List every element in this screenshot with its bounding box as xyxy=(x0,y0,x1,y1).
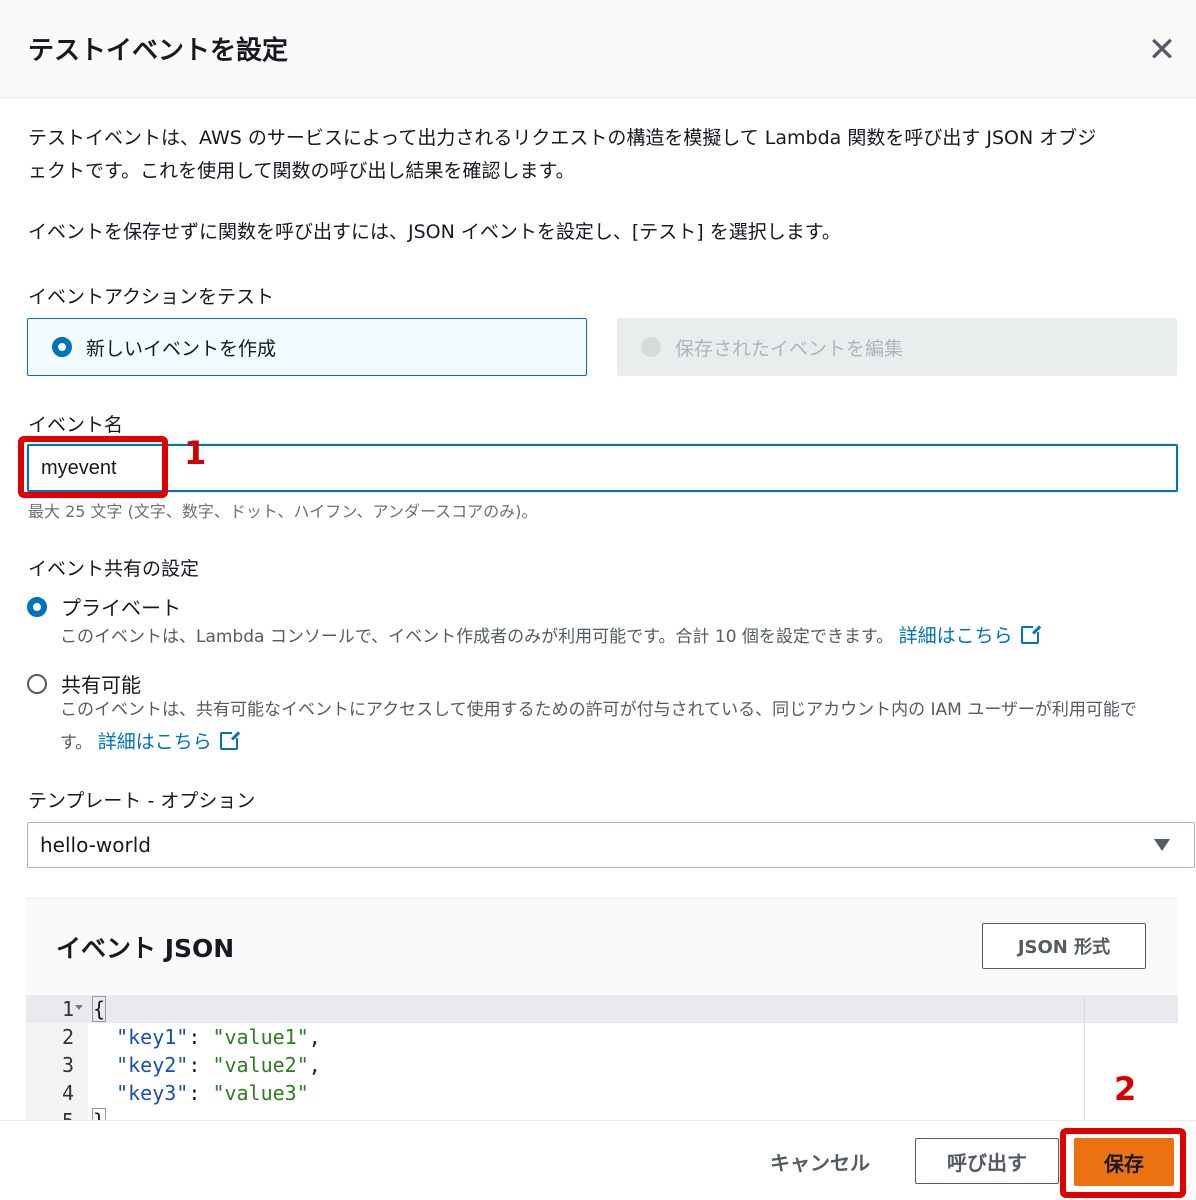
event-name-constraint: 最大 25 文字 (文字、数字、ドット、ハイフン、アンダースコアのみ)。 xyxy=(28,502,538,521)
private-label: プライベート xyxy=(61,596,181,620)
private-description: このイベントは、Lambda コンソールで、イベント作成者のみが利用可能です。合… xyxy=(60,620,1180,653)
radio-disabled-icon xyxy=(641,337,661,357)
edit-saved-event-label: 保存されたイベントを編集 xyxy=(675,337,904,360)
event-json-panel: イベント JSON JSON 形式 1 { 2 "key1": "value1"… xyxy=(26,898,1178,1120)
external-link-icon xyxy=(1020,624,1041,644)
json-sep: : xyxy=(188,1025,213,1049)
template-label: テンプレート - オプション xyxy=(28,790,256,812)
new-event-tile[interactable]: 新しいイベントを作成 xyxy=(27,318,587,376)
fold-arrow-icon[interactable] xyxy=(75,1005,83,1010)
json-value: "value2" xyxy=(212,1053,309,1077)
code-line: } xyxy=(92,1108,107,1120)
intro-line-2: ェクトです。これを使用して関数の呼び出し結果を確認します。 xyxy=(28,160,575,182)
json-value: "value3" xyxy=(212,1081,309,1105)
event-json-title: イベント JSON xyxy=(56,934,235,963)
modal-title: テストイベントを設定 xyxy=(28,36,289,66)
shareable-description: このイベントは、共有可能なイベントにアクセスして使用するための許可が付与されてい… xyxy=(60,694,1180,759)
event-name-label: イベント名 xyxy=(28,414,124,436)
editor-active-line xyxy=(26,995,1178,1023)
modal-header: テストイベントを設定 ✕ xyxy=(0,0,1196,98)
line-number: 1 xyxy=(61,997,74,1021)
json-key: "key2" xyxy=(116,1053,189,1077)
json-value: "value1" xyxy=(212,1025,309,1049)
caret-down-icon xyxy=(1154,839,1170,851)
cancel-button[interactable]: キャンセル xyxy=(752,1138,888,1184)
line-number: 4 xyxy=(61,1081,74,1105)
sharing-label: イベント共有の設定 xyxy=(28,558,200,580)
shareable-link-text: 詳細はこちら xyxy=(97,731,212,753)
intro-line-1: テストイベントは、AWS のサービスによって出力されるリクエストの構造を模擬して… xyxy=(28,127,1097,149)
annotation-marker-2: 2 xyxy=(1114,1070,1137,1108)
line-number: 2 xyxy=(61,1025,74,1049)
radio-unselected-icon xyxy=(27,673,47,694)
shareable-description-line-1: このイベントは、共有可能なイベントにアクセスして使用するための許可が付与されてい… xyxy=(60,700,1137,720)
code-line: "key3": "value3" xyxy=(92,1081,309,1105)
invoke-button[interactable]: 呼び出す xyxy=(915,1138,1059,1184)
private-option[interactable]: プライベート xyxy=(27,592,181,621)
line-number: 5 xyxy=(26,1109,74,1120)
code-close-brace: } xyxy=(92,1108,107,1120)
json-key: "key3" xyxy=(116,1081,189,1105)
editor-print-margin xyxy=(1084,995,1085,1120)
json-comma: , xyxy=(308,1053,321,1077)
annotation-box-1 xyxy=(18,436,168,498)
intro-text: テストイベントは、AWS のサービスによって出力されるリクエストの構造を模擬して… xyxy=(28,122,1178,188)
private-learn-more-link[interactable]: 詳細はこちら xyxy=(898,624,1041,647)
annotation-box-2 xyxy=(1060,1128,1186,1198)
template-select[interactable]: hello-world xyxy=(27,822,1195,868)
json-sep: : xyxy=(188,1053,213,1077)
json-sep: : xyxy=(188,1081,213,1105)
edit-saved-event-tile: 保存されたイベントを編集 xyxy=(617,318,1177,376)
code-line: "key2": "value2", xyxy=(92,1053,321,1077)
external-link-icon xyxy=(219,730,240,750)
json-comma: , xyxy=(308,1025,321,1049)
radio-selected-icon xyxy=(27,596,47,617)
json-format-button[interactable]: JSON 形式 xyxy=(982,923,1146,969)
template-selected-value: hello-world xyxy=(40,833,151,857)
private-link-text: 詳細はこちら xyxy=(898,625,1013,647)
json-key: "key1" xyxy=(116,1025,189,1049)
line-number: 3 xyxy=(61,1053,74,1077)
code-line: "key1": "value1", xyxy=(92,1025,321,1049)
event-action-label: イベントアクションをテスト xyxy=(28,286,275,308)
shareable-description-line-2: す。 xyxy=(60,733,93,753)
new-event-label: 新しいイベントを作成 xyxy=(86,337,277,360)
annotation-marker-1: 1 xyxy=(184,434,207,472)
shareable-learn-more-link[interactable]: 詳細はこちら xyxy=(97,730,240,753)
radio-selected-icon xyxy=(52,337,72,357)
private-description-text: このイベントは、Lambda コンソールで、イベント作成者のみが利用可能です。合… xyxy=(60,627,894,647)
intro-line-3: イベントを保存せずに関数を呼び出すには、JSON イベントを設定し、[テスト] … xyxy=(28,221,841,243)
code-line: { xyxy=(92,996,107,1022)
close-icon[interactable]: ✕ xyxy=(1140,30,1184,74)
code-open-brace: { xyxy=(92,996,107,1022)
json-code-editor[interactable]: 1 { 2 "key1": "value1", 3 "key2": "value… xyxy=(26,995,1178,1120)
